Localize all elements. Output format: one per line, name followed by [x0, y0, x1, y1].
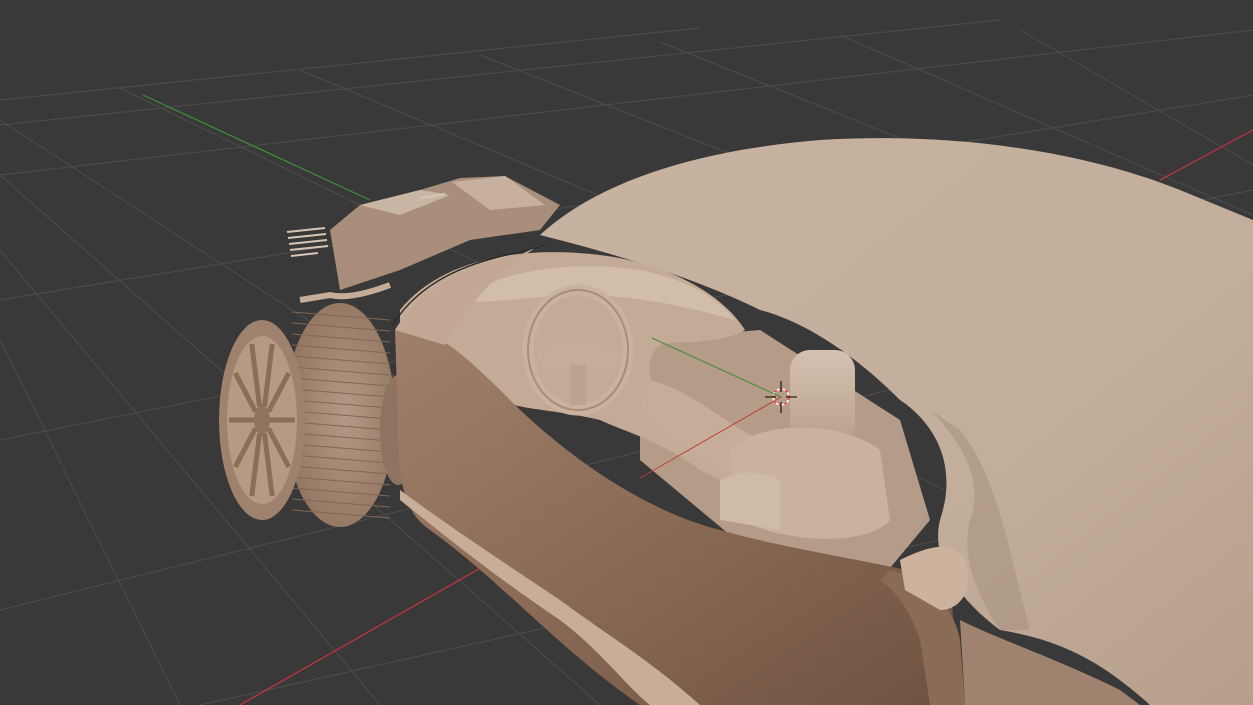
grid-line [0, 29, 1253, 176]
car-model[interactable] [219, 138, 1253, 705]
3d-viewport[interactable] [0, 0, 1253, 705]
grid-line [0, 27, 701, 101]
y-axis-line [142, 94, 371, 201]
grid-line [1019, 29, 1253, 166]
car-wheel [219, 303, 395, 527]
grid-line [0, 339, 181, 705]
grid-line [0, 19, 1001, 126]
viewport-scene[interactable] [0, 0, 1253, 705]
